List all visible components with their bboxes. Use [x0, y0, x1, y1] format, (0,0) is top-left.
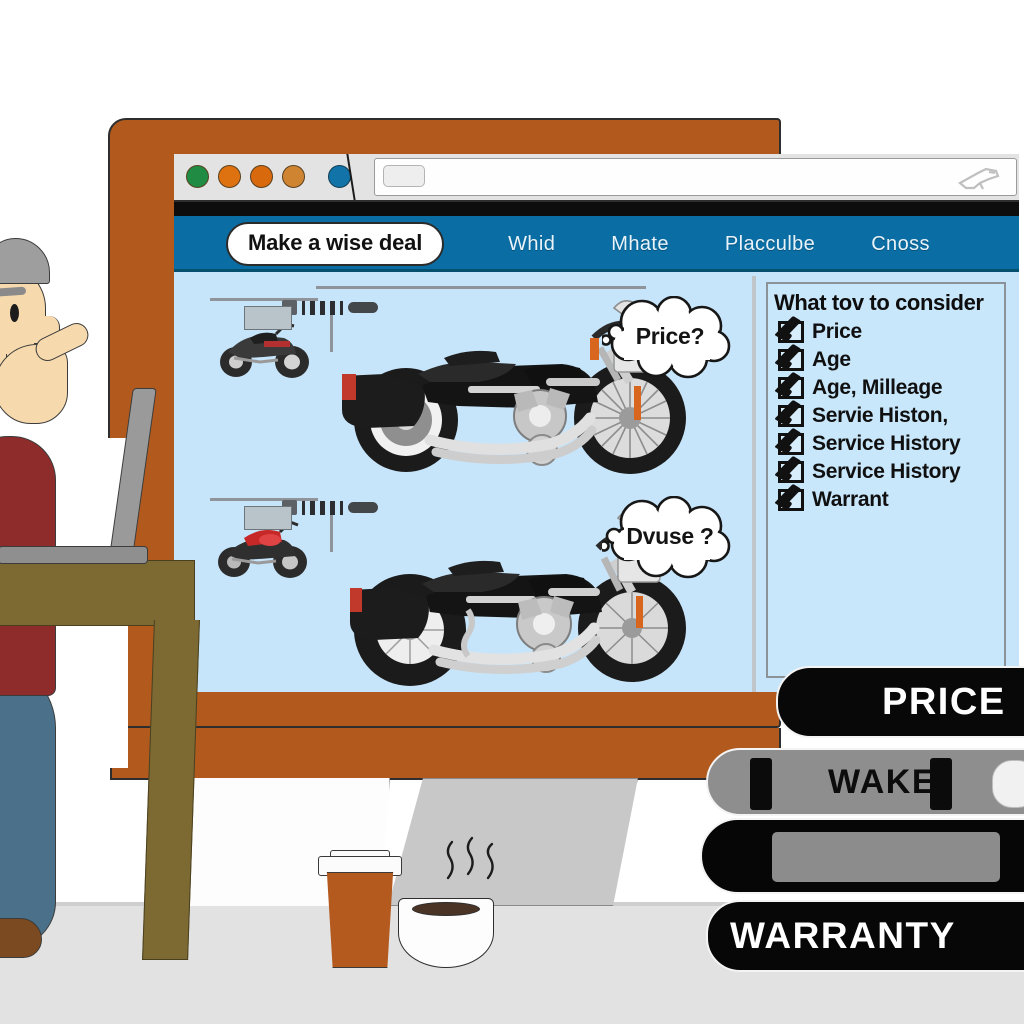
tab-separator — [346, 154, 376, 200]
book-band — [750, 758, 772, 810]
takeaway-coffee-cup — [326, 872, 394, 968]
monitor-bottom-bezel — [110, 728, 781, 780]
checkbox-checked-icon[interactable] — [778, 405, 804, 427]
thought-bubble-text: Dvuse ? — [626, 522, 714, 549]
person-hair — [0, 238, 50, 284]
browser-toolbar — [174, 154, 1019, 202]
book-price: PRICE — [776, 666, 1024, 738]
checklist-item-label: Age, Milleage — [812, 376, 943, 399]
browser-dark-strip — [174, 202, 1019, 216]
checklist-item-age-milleage[interactable]: Age, Milleage — [768, 374, 1004, 402]
toolbar-dot-orange-2[interactable] — [250, 165, 273, 188]
illustration-scene: Make a wise deal Whid Mhate Placculbe Cn… — [0, 0, 1024, 1024]
checklist-item-service-history-2[interactable]: Service History — [768, 458, 1004, 486]
book-spine-label: PRICE — [882, 680, 1006, 723]
book-warranty: WARRANTY — [706, 900, 1024, 972]
thought-bubble-dvuse: Dvuse ? — [598, 495, 738, 580]
checklist-item-servie-histon[interactable]: Servie Histon, — [768, 402, 1004, 430]
checklist-item-service-history-1[interactable]: Service History — [768, 430, 1004, 458]
checklist-item-label: Servie Histon, — [812, 404, 948, 427]
page-content-area: What tov to consider Price Age Age, Mill… — [174, 272, 1019, 692]
nav-link-placculbe[interactable]: Placculbe — [725, 233, 815, 256]
checklist-item-label: Warrant — [812, 488, 889, 511]
thought-bubble-text: Price? — [635, 322, 705, 349]
make-a-wise-deal-button[interactable]: Make a wise deal — [226, 222, 445, 266]
thumbnail-plate — [244, 506, 292, 530]
steam-icon — [440, 826, 500, 886]
checklist-item-label: Service History — [812, 432, 961, 455]
tool-wrench-icon[interactable] — [956, 164, 1002, 192]
listing-thumbnail[interactable] — [214, 506, 314, 578]
nav-link-mhate[interactable]: Mhate — [611, 233, 669, 256]
content-column-divider — [752, 276, 756, 692]
coffee-bowl-liquid — [412, 902, 480, 916]
thought-bubble-price: Price? — [600, 295, 738, 380]
address-bar-chip — [383, 165, 425, 187]
person-shoe — [0, 918, 42, 958]
book-band — [930, 758, 952, 810]
book-pages — [992, 760, 1024, 808]
checkbox-checked-icon[interactable] — [778, 461, 804, 483]
book-spine-label: WARRANTY — [730, 915, 956, 956]
navbar-links: Whid Mhate Placculbe Cnoss — [508, 233, 930, 256]
checkbox-checked-icon[interactable] — [778, 377, 804, 399]
desk-surface — [0, 560, 195, 590]
book-spine-label: WAKE — [828, 762, 936, 801]
checkbox-checked-icon[interactable] — [778, 349, 804, 371]
nav-link-cnoss[interactable]: Cnoss — [871, 233, 930, 256]
book-spine-panel — [772, 832, 1000, 882]
toolbar-dot-blue[interactable] — [328, 165, 351, 188]
book-unlabeled — [700, 818, 1024, 894]
checkbox-checked-icon[interactable] — [778, 489, 804, 511]
monitor-stand — [388, 778, 638, 906]
nav-link-whid[interactable]: Whid — [508, 233, 555, 256]
checklist-item-warrant[interactable]: Warrant — [768, 486, 1004, 514]
laptop-keyboard-base — [0, 546, 148, 564]
toolbar-dot-green[interactable] — [186, 165, 209, 188]
checklist-title: What tov to consider — [774, 290, 984, 315]
checklist-item-label: Price — [812, 320, 862, 343]
address-bar[interactable] — [374, 158, 1017, 196]
checklist-item-age[interactable]: Age — [768, 346, 1004, 374]
listing-thumbnail[interactable] — [214, 306, 314, 378]
checklist-item-label: Service History — [812, 460, 961, 483]
browser-toolbar-dots — [186, 165, 351, 188]
thumbnail-plate — [244, 306, 292, 330]
book-wake: WAKE — [706, 748, 1024, 816]
toolbar-dot-orange-1[interactable] — [218, 165, 241, 188]
site-navbar: Make a wise deal Whid Mhate Placculbe Cn… — [174, 216, 1019, 272]
checklist-panel: What tov to consider Price Age Age, Mill… — [766, 282, 1006, 678]
listing-divider-top — [316, 286, 646, 289]
checkbox-checked-icon[interactable] — [778, 433, 804, 455]
checklist-item-label: Age — [812, 348, 851, 371]
person-leg — [0, 658, 56, 948]
checkbox-checked-icon[interactable] — [778, 321, 804, 343]
checklist-item-price[interactable]: Price — [768, 318, 1004, 346]
toolbar-dot-orange-3[interactable] — [282, 165, 305, 188]
person-eye — [10, 304, 19, 322]
